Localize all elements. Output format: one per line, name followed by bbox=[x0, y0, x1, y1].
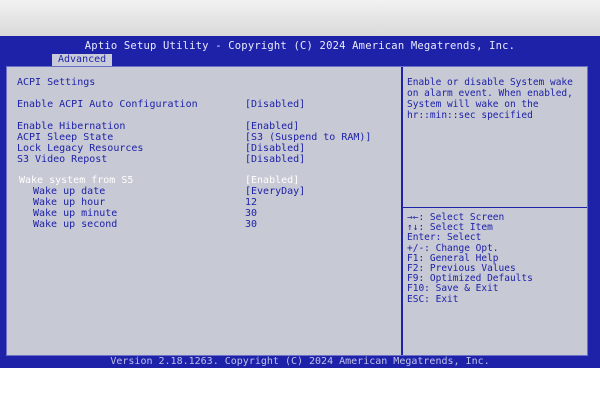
bios-screen: Aptio Setup Utility - Copyright (C) 2024… bbox=[0, 36, 600, 368]
setting-value-wake-up-hour[interactable]: 12 bbox=[245, 197, 257, 208]
setting-label-wake-from-s5[interactable]: Wake system from S5 bbox=[19, 175, 133, 186]
settings-panel: ACPI Settings Enable ACPI Auto Configura… bbox=[6, 66, 588, 356]
setting-value-acpi-sleep-state[interactable]: [S3 (Suspend to RAM)] bbox=[245, 132, 371, 143]
help-description: Enable or disable System wake on alarm e… bbox=[407, 77, 573, 121]
setting-label-wake-up-minute[interactable]: Wake up minute bbox=[33, 208, 117, 219]
setting-label-wake-up-date[interactable]: Wake up date bbox=[33, 186, 105, 197]
settings-list: ACPI Settings Enable ACPI Auto Configura… bbox=[7, 67, 401, 355]
tab-advanced[interactable]: Advanced bbox=[52, 54, 113, 66]
setting-value-wake-up-date[interactable]: [EveryDay] bbox=[245, 186, 305, 197]
setting-label-wake-up-second[interactable]: Wake up second bbox=[33, 219, 117, 230]
setting-label-acpi-auto-config[interactable]: Enable ACPI Auto Configuration bbox=[17, 99, 198, 110]
setting-label-s3-video-repost[interactable]: S3 Video Repost bbox=[17, 154, 107, 165]
help-pane: Enable or disable System wake on alarm e… bbox=[403, 67, 587, 355]
setting-label-wake-up-hour[interactable]: Wake up hour bbox=[33, 197, 105, 208]
setting-label-enable-hibernation[interactable]: Enable Hibernation bbox=[17, 121, 125, 132]
setting-value-enable-hibernation[interactable]: [Enabled] bbox=[245, 121, 299, 132]
monitor-bezel-top bbox=[0, 0, 600, 36]
bios-title: Aptio Setup Utility - Copyright (C) 2024… bbox=[0, 36, 600, 54]
setting-value-wake-up-second[interactable]: 30 bbox=[245, 219, 257, 230]
monitor-bezel-bottom bbox=[0, 368, 600, 400]
setting-value-wake-from-s5[interactable]: [Enabled] bbox=[245, 175, 299, 186]
setting-value-acpi-auto-config[interactable]: [Disabled] bbox=[245, 99, 305, 110]
setting-value-wake-up-minute[interactable]: 30 bbox=[245, 208, 257, 219]
setting-value-lock-legacy-resources[interactable]: [Disabled] bbox=[245, 143, 305, 154]
monitor: Aptio Setup Utility - Copyright (C) 2024… bbox=[0, 0, 600, 400]
setting-label-acpi-sleep-state[interactable]: ACPI Sleep State bbox=[17, 132, 113, 143]
key-legend: →←: Select Screen ↑↓: Select Item Enter:… bbox=[407, 212, 583, 305]
setting-label-lock-legacy-resources[interactable]: Lock Legacy Resources bbox=[17, 143, 143, 154]
setting-value-s3-video-repost[interactable]: [Disabled] bbox=[245, 154, 305, 165]
version-footer: Version 2.18.1263. Copyright (C) 2024 Am… bbox=[0, 356, 600, 368]
help-separator bbox=[403, 207, 587, 208]
key-esc-exit: ESC: Exit bbox=[407, 293, 459, 305]
section-title: ACPI Settings bbox=[17, 77, 96, 88]
tab-row: Advanced bbox=[0, 54, 600, 66]
